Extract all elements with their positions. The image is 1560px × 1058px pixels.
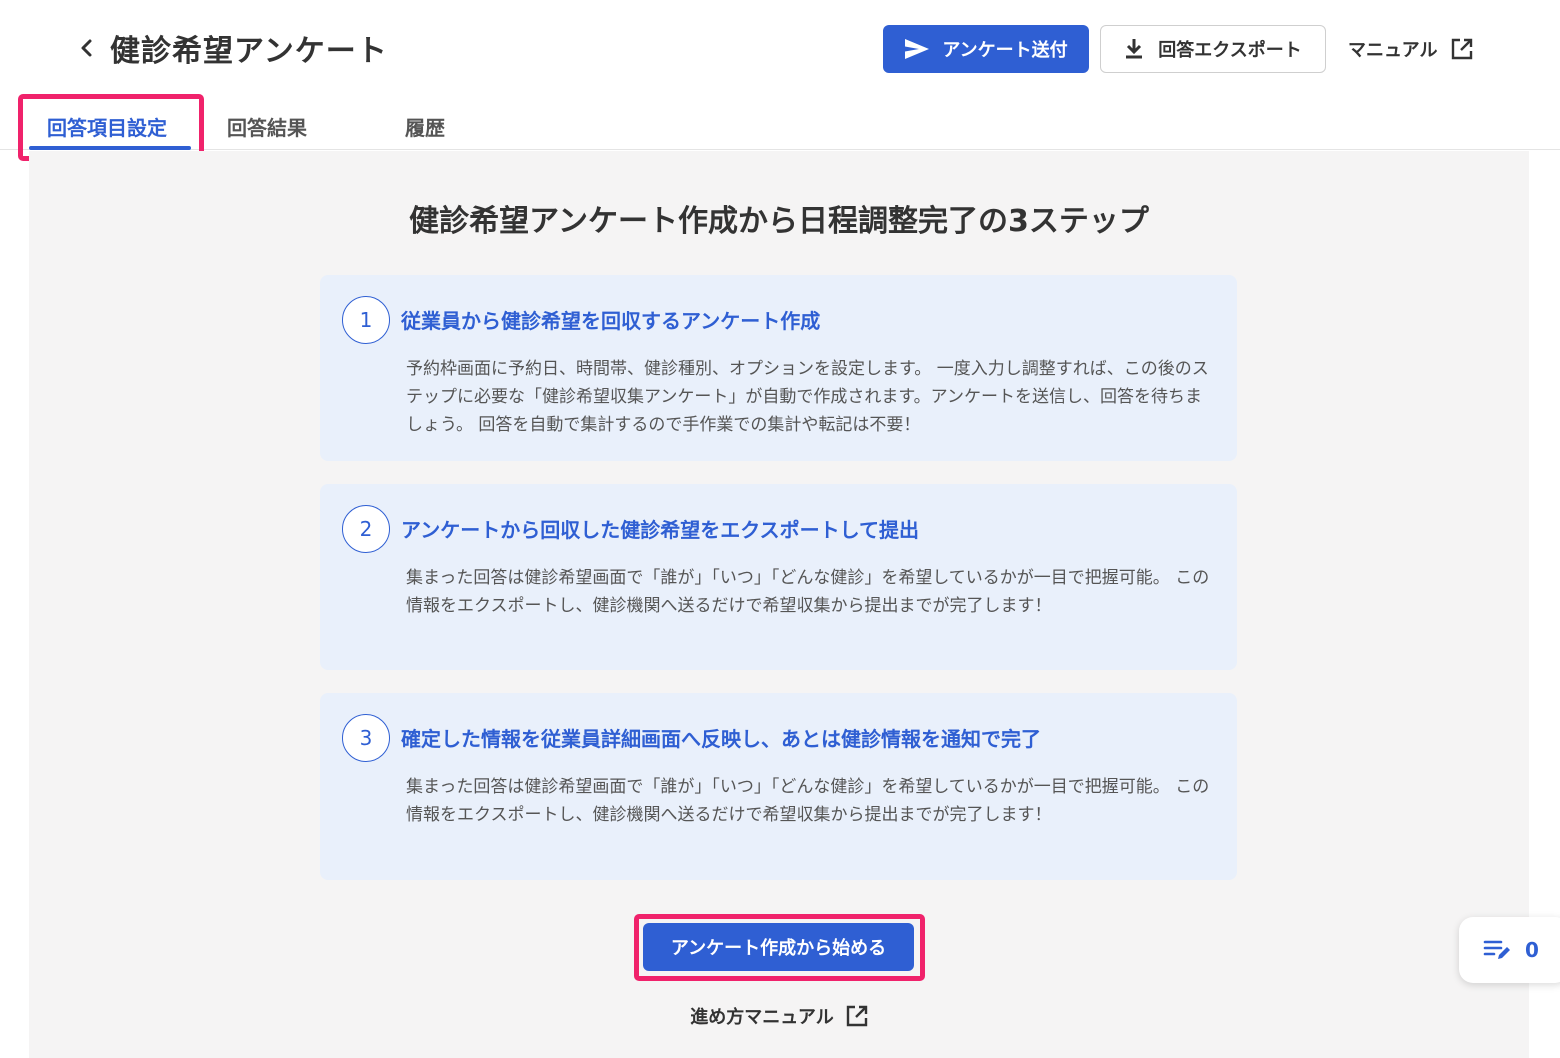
memo-floating-button[interactable]: 0 xyxy=(1459,917,1560,983)
paper-plane-icon xyxy=(905,39,930,59)
steps-heading: 健診希望アンケート作成から日程調整完了の3ステップ xyxy=(409,204,1149,239)
send-survey-button[interactable]: アンケート送付 xyxy=(883,25,1089,73)
step-title: 従業員から健診希望を回収するアンケート作成 xyxy=(401,309,821,333)
tab-answer-settings[interactable]: 回答項目設定 xyxy=(47,112,167,141)
start-survey-creation-button[interactable]: アンケート作成から始める xyxy=(643,923,914,971)
page-header: 健診希望アンケート アンケート送付 回答エクスポート マニュアル 回答項目設定 … xyxy=(0,0,1560,161)
step-card-2: 2 アンケートから回収した健診希望をエクスポートして提出 集まった回答は健診希望… xyxy=(320,484,1237,670)
manual-link[interactable]: マニュアル xyxy=(1348,34,1473,64)
step-card-3: 3 確定した情報を従業員詳細画面へ反映し、あとは健診情報を通知で完了 集まった回… xyxy=(320,693,1237,880)
active-tab-indicator xyxy=(29,146,191,150)
export-answers-label: 回答エクスポート xyxy=(1158,40,1302,61)
step-card-1: 1 従業員から健診希望を回収するアンケート作成 予約枠画面に予約日、時間帯、健診… xyxy=(320,275,1237,461)
tab-answer-results[interactable]: 回答結果 xyxy=(227,112,307,141)
step-number-badge: 2 xyxy=(342,505,390,553)
export-answers-button[interactable]: 回答エクスポート xyxy=(1100,25,1326,73)
step-number-badge: 3 xyxy=(342,714,390,762)
manual-link-label: マニュアル xyxy=(1348,40,1438,61)
send-survey-label: アンケート送付 xyxy=(942,40,1068,61)
chevron-left-icon xyxy=(81,39,92,57)
page-title: 健診希望アンケート xyxy=(110,34,388,69)
download-icon xyxy=(1126,39,1143,59)
memo-count: 0 xyxy=(1525,938,1539,962)
step-title: アンケートから回収した健診希望をエクスポートして提出 xyxy=(401,518,919,542)
external-link-icon xyxy=(846,1005,867,1027)
edit-note-icon xyxy=(1483,940,1510,959)
process-manual-link[interactable]: 進め方マニュアル xyxy=(29,1003,1529,1029)
step-number-badge: 1 xyxy=(342,296,390,344)
back-button[interactable] xyxy=(72,30,102,66)
step-description: 集まった回答は健診希望画面で「誰が」「いつ」「どんな健診」を希望しているかが一目… xyxy=(406,777,1210,825)
tab-history[interactable]: 履歴 xyxy=(405,112,445,141)
main-content: 健診希望アンケート作成から日程調整完了の3ステップ 1 従業員から健診希望を回収… xyxy=(29,151,1529,1058)
external-link-icon xyxy=(1452,38,1473,60)
process-manual-label: 進め方マニュアル xyxy=(690,1007,834,1028)
step-description: 予約枠画面に予約日、時間帯、健診種別、オプションを設定します。 一度入力し調整す… xyxy=(406,359,1209,435)
step-description: 集まった回答は健診希望画面で「誰が」「いつ」「どんな健診」を希望しているかが一目… xyxy=(406,568,1210,616)
step-title: 確定した情報を従業員詳細画面へ反映し、あとは健診情報を通知で完了 xyxy=(401,727,1041,751)
